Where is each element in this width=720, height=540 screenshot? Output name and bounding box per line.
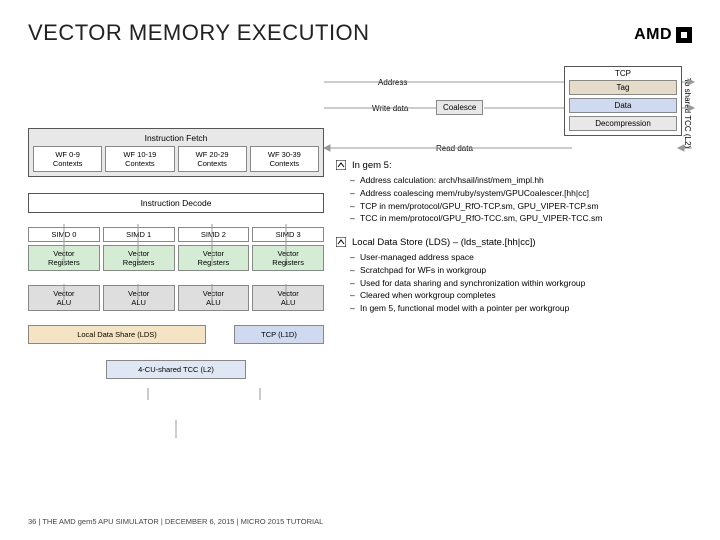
amd-arrow-icon [676,27,692,43]
footer-text: 36 | THE AMD gem5 APU SIMULATOR | DECEMB… [28,517,323,526]
page-title: VECTOR MEMORY EXECUTION [28,20,692,46]
read-data-label: Read data [436,144,473,153]
coalesce-box: Coalesce [436,100,483,115]
valu-3: Vector ALU [252,285,324,311]
simd-3: SIMD 3 [252,227,324,242]
bullet-icon [336,237,346,247]
valu-1: Vector ALU [103,285,175,311]
tag-box: Tag [569,80,677,95]
data-box: Data [569,98,677,113]
tcp-title: TCP [569,69,677,78]
sub-1-2: –TCP in mem/protocol/GPU_RfO-TCP.sm, GPU… [350,200,692,213]
instruction-decode-box: Instruction Decode [28,193,324,213]
instruction-fetch-box: Instruction Fetch WF 0-9 Contexts WF 10-… [28,128,324,177]
side-label: To shared TCC (L2) [683,78,692,148]
sub-1-0: –Address calculation: arch/hsail/inst/me… [350,174,692,187]
sub-2-3: –Cleared when workgroup completes [350,289,692,302]
logo-text: AMD [634,26,672,44]
simd-0: SIMD 0 [28,227,100,242]
sub-2-4: –In gem 5, functional model with a point… [350,302,692,315]
cu-diagram: Instruction Fetch WF 0-9 Contexts WF 10-… [28,128,324,379]
sub-1-3: –TCC in mem/protocol/GPU_RfO-TCC.sm, GPU… [350,212,692,225]
sub-2-1: –Scratchpad for WFs in workgroup [350,264,692,277]
bullet-1: In gem 5: [352,160,392,171]
lds-box: Local Data Share (LDS) [28,325,206,344]
tcc-l2-box: 4-CU-shared TCC (L2) [106,360,246,379]
tcp-l1d-box: TCP (L1D) [234,325,324,344]
amd-logo: AMD [634,26,692,44]
simd-2: SIMD 2 [178,227,250,242]
sub-2-0: –User-managed address space [350,251,692,264]
sub-2-2: –Used for data sharing and synchronizati… [350,277,692,290]
wf-context-3: WF 30-39 Contexts [250,146,319,172]
address-label: Address [378,78,407,87]
wf-context-0: WF 0-9 Contexts [33,146,102,172]
bullet-2: Local Data Store (LDS) – (lds_state.[hh|… [352,237,536,248]
write-data-label: Write data [372,104,408,113]
simd-1: SIMD 1 [103,227,175,242]
vreg-0: Vector Registers [28,245,100,271]
bullet-icon [336,160,346,170]
sub-1-1: –Address coalescing mem/ruby/system/GPUC… [350,187,692,200]
vreg-2: Vector Registers [178,245,250,271]
tcp-detail-box: TCP Tag Data Decompression [564,66,682,136]
wf-context-2: WF 20-29 Contexts [178,146,247,172]
valu-2: Vector ALU [178,285,250,311]
vreg-1: Vector Registers [103,245,175,271]
ifetch-header: Instruction Fetch [33,133,319,143]
vreg-3: Vector Registers [252,245,324,271]
valu-0: Vector ALU [28,285,100,311]
wf-context-1: WF 10-19 Contexts [105,146,174,172]
decompression-box: Decompression [569,116,677,131]
